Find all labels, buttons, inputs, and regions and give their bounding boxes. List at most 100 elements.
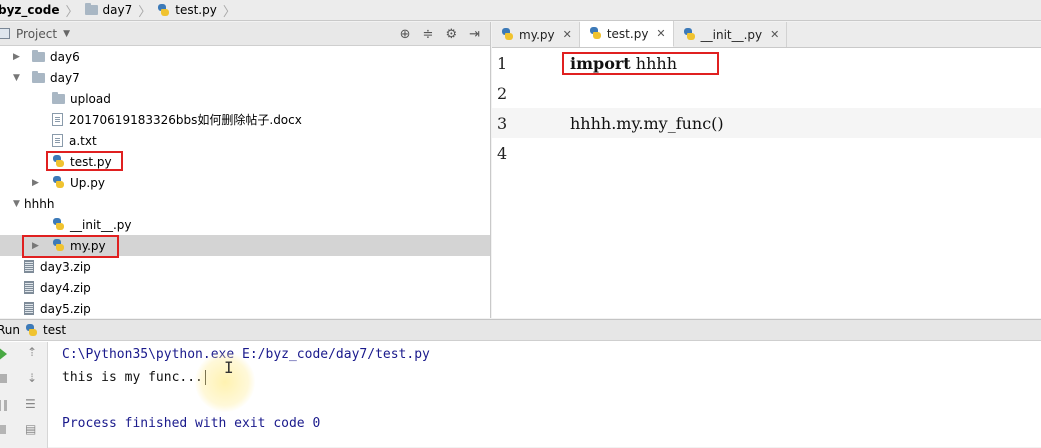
soft-wrap-icon[interactable]: ☰ (25, 397, 36, 411)
tab-label: my.py (519, 27, 555, 42)
folder-icon (84, 3, 98, 15)
zip-archive-icon (24, 260, 34, 273)
line-number: 2 (497, 83, 508, 103)
collapse-all-icon[interactable]: ≑ (423, 27, 434, 42)
rerun-icon[interactable] (0, 347, 7, 361)
tree-item-label: Up.py (70, 175, 105, 190)
close-icon[interactable]: ✕ (770, 28, 779, 41)
tree-item-label: 20170619183326bbs如何删除帖子.docx (69, 113, 302, 127)
zip-archive-icon (24, 281, 34, 294)
tree-item-day5-zip[interactable]: day5.zip (0, 298, 490, 318)
project-panel-header: Project ▼ ⊕ ≑ ⚙ ⇥ (0, 22, 490, 46)
tree-item-label: a.txt (69, 133, 97, 148)
python-file-icon (25, 323, 38, 337)
folder-icon (32, 49, 45, 62)
code-line-current: 3 hhhh.my.my_func() (492, 108, 1041, 138)
console-line: Process finished with exit code 0 (62, 416, 321, 431)
tree-item-label: hhhh (24, 196, 55, 211)
navigation-bar: byz_code 〉 day7 〉 test.py 〉 (0, 0, 1041, 21)
hide-panel-icon[interactable]: ⇥ (469, 27, 480, 42)
python-file-icon (157, 3, 170, 17)
python-file-icon (52, 218, 65, 231)
tree-item-day3-zip[interactable]: day3.zip (0, 256, 490, 277)
project-toolbar: ⊕ ≑ ⚙ ⇥ (400, 22, 480, 46)
code-line: 2 (492, 78, 1041, 108)
tree-item-label: day5.zip (40, 301, 91, 316)
chevron-right-icon[interactable]: ▶ (13, 52, 20, 62)
breadcrumb-separator: 〉 (65, 4, 79, 20)
close-icon[interactable]: ✕ (563, 28, 572, 41)
run-config-name[interactable]: test (43, 323, 66, 337)
scroll-from-source-icon[interactable]: ⊕ (400, 27, 411, 42)
ibeam-cursor-icon: I (224, 358, 234, 377)
tree-item-label: day3.zip (40, 259, 91, 274)
tree-item-label: day7 (50, 70, 80, 85)
breadcrumb-byz-code[interactable]: byz_code (0, 0, 63, 21)
tree-item-docx[interactable]: 20170619183326bbs如何删除帖子.docx (0, 109, 490, 130)
keyword: import (570, 53, 631, 73)
python-file-icon (501, 28, 514, 41)
project-title: Project (16, 26, 58, 41)
line-number: 3 (497, 113, 508, 133)
tree-item-up-py[interactable]: ▶ Up.py (0, 172, 490, 193)
chevron-down-icon[interactable]: ▼ (13, 199, 20, 209)
tree-item-label: test.py (70, 154, 112, 169)
python-file-icon (52, 155, 65, 168)
pause-icon[interactable] (0, 400, 7, 411)
close-icon[interactable]: ✕ (656, 27, 665, 40)
python-file-icon (589, 27, 602, 40)
tree-item-label: my.py (70, 238, 106, 253)
code-line: 4 (492, 138, 1041, 168)
project-view-selector[interactable]: Project ▼ (0, 27, 70, 41)
tree-item-my-py[interactable]: ▶ my.py (0, 235, 490, 256)
stop-icon[interactable] (0, 374, 7, 383)
up-arrow-icon[interactable]: ⇡ (27, 345, 37, 359)
tree-item-label: __init__.py (70, 217, 132, 232)
gear-icon[interactable]: ⚙ (445, 27, 457, 42)
tree-item-test-py[interactable]: test.py (0, 151, 490, 172)
tab-my-py[interactable]: my.py ✕ (492, 22, 580, 47)
tree-item-label: upload (70, 91, 111, 106)
editor-panel: my.py ✕ test.py ✕ __init__.py ✕ 1 import… (492, 21, 1041, 318)
tree-item-upload[interactable]: upload (0, 88, 490, 109)
chevron-right-icon[interactable]: ▶ (32, 178, 39, 188)
tree-item-hhhh[interactable]: ▼ hhhh (0, 193, 490, 214)
breadcrumb-label: byz_code (0, 3, 60, 17)
tree-item-label: day6 (50, 49, 80, 64)
run-panel-header: Run test (0, 320, 1041, 341)
tab-label: test.py (606, 26, 649, 41)
print-icon[interactable]: ▤ (25, 422, 36, 436)
chevron-down-icon[interactable]: ▼ (13, 73, 20, 83)
project-icon (0, 28, 10, 39)
tab-test-py[interactable]: test.py ✕ (579, 21, 674, 47)
code-text: import hhhh (570, 54, 677, 73)
chevron-right-icon[interactable]: ▶ (32, 241, 39, 251)
folder-icon (52, 91, 65, 104)
breadcrumb-test-py[interactable]: test.py (153, 0, 221, 21)
line-number: 1 (497, 53, 508, 73)
tree-item-day4-zip[interactable]: day4.zip (0, 277, 490, 298)
run-panel-title: Run (0, 323, 21, 337)
breadcrumb-day7[interactable]: day7 (81, 0, 137, 21)
project-tree: ▶ day6 ▼ day7 upload 20170619183326bbs如何… (0, 46, 490, 318)
tree-item-day7[interactable]: ▼ day7 (0, 67, 490, 88)
text-file-icon (52, 134, 63, 147)
document-icon (52, 113, 63, 126)
tree-item-label: day4.zip (40, 280, 91, 295)
code-text: hhhh.my.my_func() (570, 113, 724, 133)
down-arrow-icon[interactable]: ⇣ (27, 371, 37, 385)
python-file-icon (683, 28, 696, 41)
code-area[interactable]: 1 import hhhh 2 3 hhhh.my.my_func() 4 (492, 48, 1041, 168)
run-panel: Run test ⇡ ⇣ ☰ ▤ C:\Python35\python.exe … (0, 319, 1041, 448)
tab-init-py[interactable]: __init__.py ✕ (674, 22, 788, 47)
breadcrumb-separator: 〉 (222, 4, 236, 20)
tree-item-day6[interactable]: ▶ day6 (0, 46, 490, 67)
zip-archive-icon (24, 302, 34, 315)
line-number: 4 (497, 143, 508, 163)
editor-tab-bar: my.py ✕ test.py ✕ __init__.py ✕ (492, 21, 1041, 48)
tree-item-a-txt[interactable]: a.txt (0, 130, 490, 151)
tree-item-init-py[interactable]: __init__.py (0, 214, 490, 235)
console-text: this is my func... (62, 370, 203, 385)
dump-threads-icon[interactable] (0, 425, 6, 434)
code-line: 1 import hhhh (492, 48, 1041, 78)
